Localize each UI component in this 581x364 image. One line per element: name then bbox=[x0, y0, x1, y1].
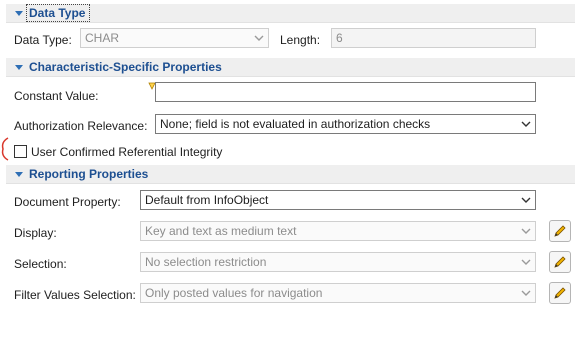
display-edit-button[interactable] bbox=[549, 220, 571, 242]
collapse-triangle-icon[interactable] bbox=[15, 172, 23, 177]
filter-values-label: Filter Values Selection: bbox=[14, 288, 136, 302]
data-type-section-header[interactable]: Data Type bbox=[6, 4, 575, 23]
data-type-section-title: Data Type bbox=[29, 6, 86, 20]
display-select[interactable]: Key and text as medium text bbox=[140, 221, 536, 241]
characteristic-section-header[interactable]: Characteristic-Specific Properties bbox=[6, 58, 575, 77]
length-value: 6 bbox=[336, 31, 343, 45]
chevron-down-icon bbox=[521, 195, 531, 205]
selection-label: Selection: bbox=[14, 257, 67, 271]
reporting-section-title: Reporting Properties bbox=[29, 167, 149, 181]
display-value: Key and text as medium text bbox=[145, 224, 297, 238]
pencil-icon bbox=[554, 225, 566, 237]
pencil-icon bbox=[554, 287, 566, 299]
chevron-down-icon bbox=[521, 288, 531, 298]
document-property-label: Document Property: bbox=[14, 195, 121, 209]
filter-values-select[interactable]: Only posted values for navigation bbox=[140, 283, 536, 303]
chevron-down-icon bbox=[254, 33, 264, 43]
selection-select[interactable]: No selection restriction bbox=[140, 252, 536, 272]
chevron-down-icon bbox=[521, 257, 531, 267]
annotation-bracket-icon bbox=[1, 137, 9, 161]
referential-integrity-label: User Confirmed Referential Integrity bbox=[31, 145, 223, 159]
length-field[interactable]: 6 bbox=[331, 28, 536, 48]
collapse-triangle-icon[interactable] bbox=[15, 65, 23, 70]
collapse-triangle-icon[interactable] bbox=[15, 11, 23, 16]
document-property-select[interactable]: Default from InfoObject bbox=[140, 190, 536, 210]
authorization-relevance-select[interactable]: None; field is not evaluated in authoriz… bbox=[155, 114, 536, 134]
selection-value: No selection restriction bbox=[145, 255, 267, 269]
authorization-relevance-value: None; field is not evaluated in authoriz… bbox=[160, 117, 431, 131]
length-label: Length: bbox=[280, 33, 321, 47]
constant-value-input[interactable] bbox=[155, 82, 536, 102]
chevron-down-icon bbox=[521, 119, 531, 129]
referential-integrity-checkbox[interactable] bbox=[14, 145, 27, 158]
authorization-relevance-label: Authorization Relevance: bbox=[14, 119, 148, 133]
characteristic-section-title: Characteristic-Specific Properties bbox=[29, 60, 222, 74]
reporting-section-header[interactable]: Reporting Properties bbox=[6, 165, 575, 184]
chevron-down-icon bbox=[521, 226, 531, 236]
data-type-select[interactable]: CHAR bbox=[80, 28, 269, 48]
document-property-value: Default from InfoObject bbox=[145, 193, 269, 207]
constant-value-label: Constant Value: bbox=[14, 89, 99, 103]
selection-edit-button[interactable] bbox=[549, 251, 571, 273]
data-type-value: CHAR bbox=[85, 31, 120, 45]
pencil-icon bbox=[554, 256, 566, 268]
filter-values-value: Only posted values for navigation bbox=[145, 286, 323, 300]
data-type-label: Data Type: bbox=[14, 33, 72, 47]
filter-values-edit-button[interactable] bbox=[549, 282, 571, 304]
display-label: Display: bbox=[14, 226, 57, 240]
